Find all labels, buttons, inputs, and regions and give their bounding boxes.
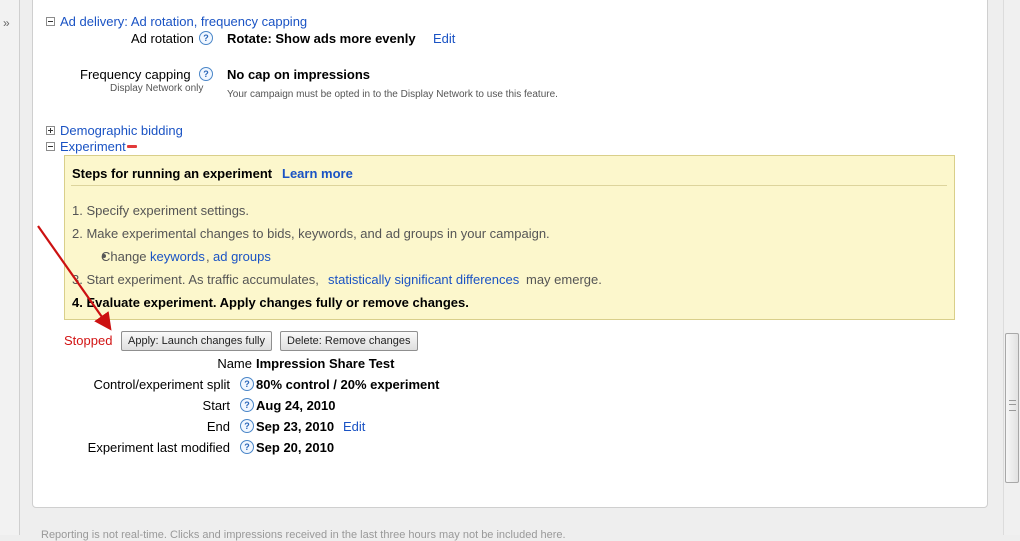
grip-icon [1009, 400, 1016, 411]
vertical-scrollbar[interactable] [1003, 0, 1020, 535]
annotation-arrow-icon [37, 225, 112, 331]
scrollbar-thumb[interactable] [1005, 333, 1019, 483]
footer-note: Reporting is not real-time. Clicks and i… [41, 529, 566, 541]
